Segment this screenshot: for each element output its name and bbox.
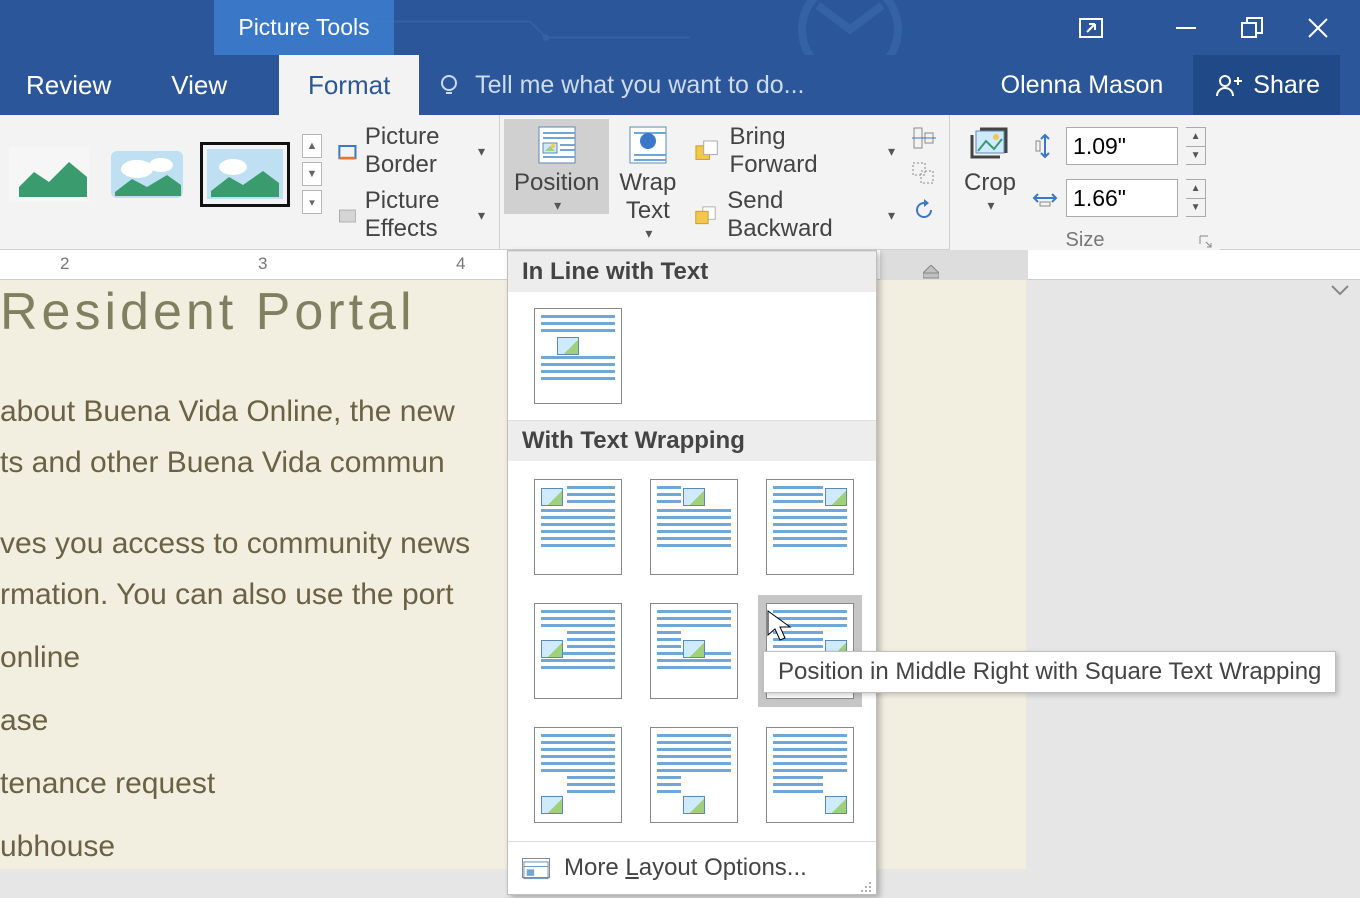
picture-effects-button[interactable]: Picture Effects▾ <box>338 187 485 243</box>
picture-effects-icon <box>338 203 357 227</box>
restore-button[interactable] <box>1238 14 1266 42</box>
width-input[interactable]: 1.66" <box>1066 179 1178 217</box>
bring-forward-icon <box>694 140 719 162</box>
title-bar: Picture Tools <box>0 0 1360 55</box>
style-thumb-1[interactable] <box>4 142 94 207</box>
minimize-button[interactable] <box>1172 14 1200 42</box>
height-icon <box>1032 133 1058 159</box>
arrange-mini-column <box>903 119 945 229</box>
resize-grip-icon[interactable] <box>860 880 872 892</box>
position-middle-left[interactable] <box>534 603 622 699</box>
user-name[interactable]: Olenna Mason <box>1001 71 1164 100</box>
group-size: Crop▾ 1.09" ▲▼ 1.66" ▲▼ Size <box>950 115 1220 249</box>
tab-view[interactable]: View <box>141 55 257 115</box>
position-bottom-center[interactable] <box>650 727 738 823</box>
position-top-center[interactable] <box>650 479 738 575</box>
user-account-area: Olenna Mason Share <box>1001 55 1360 115</box>
picture-border-button[interactable]: Picture Border▾ <box>338 123 485 179</box>
position-bottom-left[interactable] <box>534 727 622 823</box>
lightbulb-icon <box>437 73 461 97</box>
tab-review[interactable]: Review <box>0 55 141 115</box>
dialog-launcher-icon[interactable] <box>1198 233 1214 249</box>
title-decor <box>370 0 1010 55</box>
gallery-scroll[interactable]: ▲▼▾ <box>302 134 322 214</box>
mouse-cursor-icon <box>766 609 794 643</box>
share-button[interactable]: Share <box>1193 55 1340 115</box>
position-inline-option[interactable] <box>534 308 622 404</box>
style-thumb-2[interactable] <box>102 142 192 207</box>
ribbon: ▲▼▾ Picture Border▾ Picture Effects▾ Pic… <box>0 115 1360 250</box>
group-arrange: Position▾ Wrap Text▾ Bring Forward▾ Send… <box>500 115 950 249</box>
share-label: Share <box>1253 71 1320 100</box>
position-top-left[interactable] <box>534 479 622 575</box>
style-thumb-selected[interactable] <box>200 142 290 207</box>
chevron-down-icon: ▾ <box>645 225 652 242</box>
width-stepper[interactable]: ▲▼ <box>1186 179 1206 217</box>
position-icon <box>535 125 579 165</box>
layout-dialog-icon <box>522 858 550 878</box>
chevron-down-icon: ▾ <box>988 197 995 214</box>
ruler-margin-shade <box>880 250 1028 280</box>
chevron-down-icon: ▾ <box>478 143 485 160</box>
chevron-down-icon: ▾ <box>888 143 895 160</box>
tell-me-search[interactable]: Tell me what you want to do... <box>419 55 1001 115</box>
group-label-size: Size <box>1066 229 1105 252</box>
chevron-down-icon: ▾ <box>478 207 485 224</box>
width-icon <box>1032 185 1058 211</box>
group-picture-styles: ▲▼▾ Picture Border▾ Picture Effects▾ Pic… <box>0 115 500 249</box>
outside-page-area <box>1026 280 1360 869</box>
width-input-row: 1.66" ▲▼ <box>1032 179 1206 217</box>
close-button[interactable] <box>1304 14 1332 42</box>
rotate-button[interactable] <box>911 197 937 223</box>
group-button[interactable] <box>911 161 937 187</box>
crop-icon <box>968 125 1012 165</box>
send-backward-button[interactable]: Send Backward▾ <box>694 187 895 243</box>
height-input[interactable]: 1.09" <box>1066 127 1178 165</box>
position-tooltip: Position in Middle Right with Square Tex… <box>763 651 1336 693</box>
position-inline-header: In Line with Text <box>508 251 876 292</box>
crop-button[interactable]: Crop▾ <box>954 119 1026 214</box>
wrap-text-button[interactable]: Wrap Text▾ <box>609 119 686 242</box>
position-dropdown-menu: In Line with Text With Text Wrapping Mor… <box>507 250 877 895</box>
tab-format[interactable]: Format <box>279 55 419 115</box>
bring-forward-button[interactable]: Bring Forward▾ <box>694 123 895 179</box>
picture-style-gallery[interactable]: ▲▼▾ <box>4 119 328 214</box>
window-controls <box>1172 0 1360 55</box>
chevron-down-icon: ▾ <box>888 207 895 224</box>
picture-border-icon <box>338 139 357 163</box>
height-stepper[interactable]: ▲▼ <box>1186 127 1206 165</box>
position-button[interactable]: Position▾ <box>504 119 609 214</box>
send-backward-icon <box>694 204 717 226</box>
chevron-down-icon: ▾ <box>554 197 561 214</box>
picture-tools-context-tab: Picture Tools <box>214 0 394 55</box>
position-bottom-right[interactable] <box>766 727 854 823</box>
align-button[interactable] <box>911 125 937 151</box>
position-wrap-header: With Text Wrapping <box>508 420 876 461</box>
tell-me-placeholder: Tell me what you want to do... <box>475 71 804 100</box>
position-top-right[interactable] <box>766 479 854 575</box>
more-layout-options[interactable]: More Layout Options... <box>508 841 876 894</box>
ribbon-display-options-icon[interactable] <box>1077 14 1105 42</box>
position-middle-center[interactable] <box>650 603 738 699</box>
ribbon-tabs: Review View Format Tell me what you want… <box>0 55 1360 115</box>
collapse-ribbon-chevron-icon[interactable] <box>1330 284 1350 303</box>
height-input-row: 1.09" ▲▼ <box>1032 127 1206 165</box>
wrap-text-icon <box>626 125 670 165</box>
